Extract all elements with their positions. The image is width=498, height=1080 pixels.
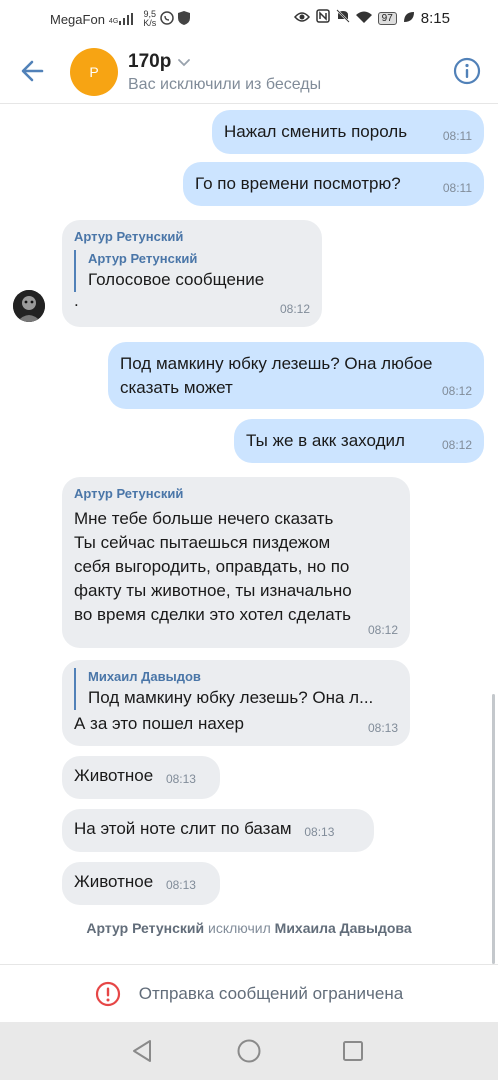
service-actor[interactable]: Артур Ретунский xyxy=(86,920,204,936)
wifi-icon xyxy=(355,10,372,27)
message-time: 08:13 xyxy=(367,721,398,735)
info-icon xyxy=(453,57,481,85)
nfc-icon xyxy=(315,9,330,27)
quote-text: Под мамкину юбку лезешь? Она л... xyxy=(88,688,374,707)
message-text: . xyxy=(74,291,79,310)
circle-home-icon xyxy=(237,1039,261,1063)
message-text-line: факту ты животное, ты изначально xyxy=(74,581,352,600)
message-text: На этой ноте слит по базам xyxy=(74,819,292,838)
quote-sender: Артур Ретунский xyxy=(88,251,198,266)
message-text-line: Под мамкину юбку лезешь? Она любое xyxy=(120,354,433,373)
message-text: А за это пошел нахер xyxy=(74,714,244,733)
net-speed-unit: K/s xyxy=(143,18,157,28)
nav-home-button[interactable] xyxy=(234,1036,264,1066)
restriction-bar: Отправка сообщений ограничена xyxy=(0,964,498,1022)
message-bubble-incoming[interactable]: Артур Ретунский Мне тебе больше нечего с… xyxy=(62,477,410,648)
message-text: Животное xyxy=(74,766,154,785)
message-time: 08:11 xyxy=(442,129,472,143)
message-text: Ты же в акк заходил xyxy=(246,431,405,450)
chat-title-row[interactable]: 170р xyxy=(128,51,191,73)
shield-icon xyxy=(178,10,191,28)
chat-avatar[interactable]: Р xyxy=(70,48,118,96)
scrollbar[interactable] xyxy=(492,694,495,964)
triangle-back-icon xyxy=(133,1040,151,1062)
reply-quote[interactable]: Михаил Давыдов Под мамкину юбку лезешь? … xyxy=(74,668,398,710)
net-speed: 9,5 K/s xyxy=(143,10,156,28)
quote-sender: Михаил Давыдов xyxy=(88,669,201,684)
message-sender: Артур Ретунский xyxy=(74,229,184,244)
message-text-line: во время сделки это хотел сделать xyxy=(74,605,352,624)
message-time: 08:13 xyxy=(165,772,196,786)
message-text-line: сказать может xyxy=(120,378,233,397)
message-time: 08:13 xyxy=(304,825,335,839)
message-time: 08:11 xyxy=(442,181,472,195)
message-bubble-incoming[interactable]: На этой ноте слит по базам 08:13 xyxy=(62,809,374,852)
signal-icon: 4G xyxy=(108,13,134,25)
message-text-line: Ты сейчас пытаешься пиздежом xyxy=(74,533,331,552)
carrier-name: MegaFon xyxy=(50,11,105,27)
nav-recents-button[interactable] xyxy=(338,1036,368,1066)
message-time: 08:12 xyxy=(367,623,398,637)
service-action: исключил xyxy=(208,920,271,936)
message-bubble-incoming[interactable]: Животное 08:13 xyxy=(62,756,220,799)
message-text: Нажал сменить пороль xyxy=(224,122,408,141)
info-button[interactable] xyxy=(452,56,482,86)
warning-circle-icon xyxy=(95,981,120,1006)
restriction-text: Отправка сообщений ограничена xyxy=(138,983,404,1003)
arrow-left-icon xyxy=(21,60,44,82)
service-message: Артур Ретунский исключил Михаила Давыдов… xyxy=(0,920,498,936)
message-sender: Артур Ретунский xyxy=(74,486,184,501)
message-time: 08:12 xyxy=(441,438,472,452)
message-text-line: себя выгородить, оправдать, но по xyxy=(74,557,350,576)
service-target[interactable]: Михаила Давыдова xyxy=(275,920,412,936)
message-bubble-outgoing[interactable]: Ты же в акк заходил 08:12 xyxy=(234,419,484,463)
message-bubble-outgoing[interactable]: Го по времени посмотрю? 08:11 xyxy=(183,162,484,206)
message-text-line: Мне тебе больше нечего сказать xyxy=(74,509,334,528)
message-text: Го по времени посмотрю? xyxy=(195,174,401,193)
chat-title: 170р xyxy=(128,51,172,72)
message-time: 08:12 xyxy=(279,302,310,316)
message-text: Животное xyxy=(74,872,154,891)
status-bar: MegaFon 4G 9,5 K/s 97 8:15 xyxy=(0,0,498,38)
system-nav-bar xyxy=(0,1022,498,1080)
message-bubble-outgoing[interactable]: Нажал сменить пороль 08:11 xyxy=(212,110,484,154)
avatar-letter: Р xyxy=(89,64,99,80)
nav-back-button[interactable] xyxy=(128,1036,158,1066)
leaf-icon xyxy=(403,10,415,27)
message-time: 08:13 xyxy=(165,878,196,892)
whatsapp-icon xyxy=(160,10,175,28)
message-bubble-incoming[interactable]: Михаил Давыдов Под мамкину юбку лезешь? … xyxy=(62,660,410,746)
clock-time: 8:15 xyxy=(420,9,450,27)
quote-text: Голосовое сообщение xyxy=(88,270,265,289)
message-bubble-incoming[interactable]: Животное 08:13 xyxy=(62,862,220,905)
message-bubble-incoming[interactable]: Артур Ретунский Артур Ретунский Голосово… xyxy=(62,220,322,327)
message-bubble-outgoing[interactable]: Под мамкину юбку лезешь? Она любое сказа… xyxy=(108,342,484,409)
message-time: 08:12 xyxy=(441,384,472,398)
message-feed[interactable]: Нажал сменить пороль 08:11 Го по времени… xyxy=(0,104,498,964)
sender-avatar[interactable] xyxy=(13,290,45,322)
user-photo-icon xyxy=(13,290,45,322)
eye-icon xyxy=(293,10,310,27)
chat-header: Р 170р Вас исключили из беседы xyxy=(0,38,498,104)
mute-icon xyxy=(335,9,350,27)
chevron-down-icon xyxy=(178,59,191,67)
reply-quote[interactable]: Артур Ретунский Голосовое сообщение xyxy=(74,250,310,292)
signal-type: 4G xyxy=(108,18,119,25)
chat-subtitle: Вас исключили из беседы xyxy=(128,76,322,93)
square-recents-icon xyxy=(343,1041,363,1061)
back-button[interactable] xyxy=(18,56,48,86)
battery-indicator: 97 xyxy=(377,11,397,25)
